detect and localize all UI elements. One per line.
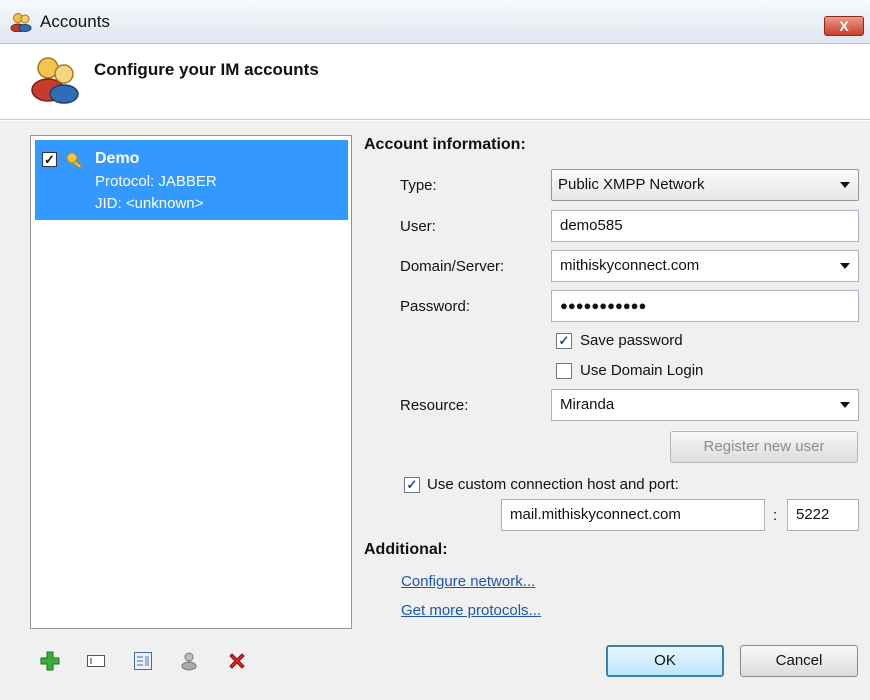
port-input[interactable]: 5222 [787, 499, 859, 531]
resource-combo[interactable]: Miranda [551, 389, 859, 421]
user-label: User: [400, 218, 436, 235]
chevron-down-icon[interactable] [840, 263, 850, 269]
chevron-down-icon[interactable] [840, 402, 850, 408]
password-input[interactable]: ●●●●●●●●●●● [551, 290, 859, 322]
domain-value: mithiskyconnect.com [560, 257, 700, 274]
account-list[interactable]: ✓ Demo Protocol: JABBER JID: <unknown> [30, 135, 352, 629]
title-bar: Accounts X [0, 0, 870, 44]
domain-combo[interactable]: mithiskyconnect.com [551, 250, 859, 282]
resource-value: Miranda [560, 396, 615, 413]
app-users-icon [10, 13, 32, 32]
use-domain-login-checkbox[interactable] [556, 363, 572, 379]
port-separator: : [773, 507, 778, 524]
additional-title: Additional: [364, 541, 448, 558]
dialog-header: Configure your IM accounts [0, 44, 870, 120]
dialog-content: ✓ Demo Protocol: JABBER JID: <unknown> A… [0, 121, 870, 700]
custom-host-label: Use custom connection host and port: [427, 476, 679, 493]
type-value: Public XMPP Network [558, 176, 705, 193]
close-icon: X [839, 18, 849, 34]
type-label: Type: [400, 177, 437, 194]
configure-network-link[interactable]: Configure network... [401, 573, 535, 590]
use-domain-login-label: Use Domain Login [580, 362, 704, 379]
cancel-button[interactable]: Cancel [740, 645, 858, 677]
password-label: Password: [400, 298, 471, 315]
type-select[interactable]: Public XMPP Network [551, 169, 859, 201]
custom-host-checkbox[interactable]: ✓ [404, 477, 420, 493]
delete-account-icon[interactable] [227, 651, 247, 671]
header-title: Configure your IM accounts [94, 60, 319, 79]
register-new-user-button[interactable]: Register new user [670, 431, 858, 463]
add-account-icon[interactable] [40, 651, 60, 671]
account-users-icon[interactable] [180, 651, 200, 671]
close-button[interactable]: X [824, 16, 864, 36]
host-input[interactable]: mail.mithiskyconnect.com [501, 499, 765, 531]
account-info-title: Account information: [364, 136, 526, 153]
accounts-users-icon [31, 57, 79, 104]
get-more-protocols-link[interactable]: Get more protocols... [401, 602, 541, 619]
save-password-checkbox[interactable]: ✓ [556, 333, 572, 349]
window-title: Accounts [40, 12, 110, 31]
ok-button[interactable]: OK [606, 645, 724, 677]
rename-account-icon[interactable] [86, 651, 106, 671]
account-options-icon[interactable] [133, 651, 153, 671]
save-password-label: Save password [580, 332, 683, 349]
account-protocol: Protocol: JABBER [95, 173, 217, 190]
user-input[interactable]: demo585 [551, 210, 859, 242]
account-item-demo[interactable]: ✓ Demo Protocol: JABBER JID: <unknown> [35, 140, 348, 220]
account-enabled-checkbox[interactable]: ✓ [42, 152, 57, 167]
chevron-down-icon [840, 182, 850, 188]
domain-label: Domain/Server: [400, 258, 505, 275]
key-icon [66, 152, 83, 169]
account-jid: JID: <unknown> [95, 195, 204, 212]
account-name: Demo [95, 150, 140, 167]
resource-label: Resource: [400, 397, 469, 414]
